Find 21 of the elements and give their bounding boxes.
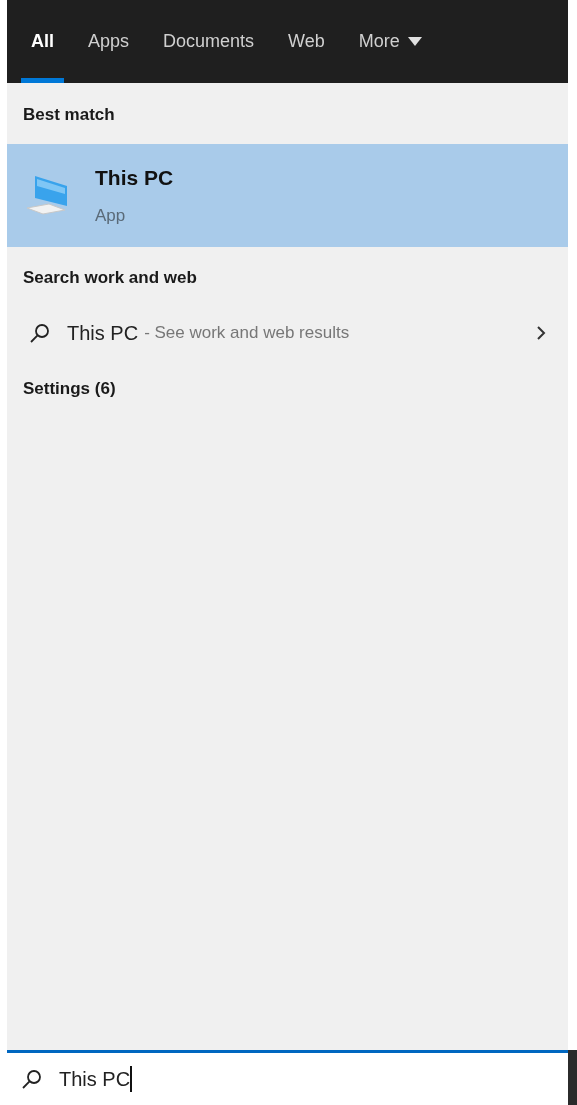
search-icon	[21, 1068, 43, 1090]
caret-icon	[407, 37, 422, 46]
result-subtitle: App	[95, 205, 127, 227]
result-title: This PC	[95, 164, 174, 191]
web-query: This PC	[67, 321, 139, 346]
section-heading: Best match	[22, 104, 116, 126]
window-edge	[568, 1050, 577, 1105]
search-text: This PC	[59, 1067, 131, 1092]
web-hint: - See work and web results	[144, 322, 350, 345]
web-search-item[interactable]: This PC - See work and web results	[7, 302, 568, 364]
result-item[interactable]: This PC App	[7, 143, 568, 247]
section-heading: Settings (6)	[22, 378, 117, 400]
section-heading: Search work and web	[22, 266, 198, 289]
tab[interactable]: More	[344, 0, 436, 83]
tab[interactable]: Documents	[149, 0, 269, 83]
search-field[interactable]: This PC	[7, 1050, 568, 1105]
chevron-right-icon	[536, 325, 546, 341]
tab[interactable]: Web	[274, 0, 339, 83]
tab[interactable]: All	[17, 0, 68, 83]
search-icon	[29, 322, 51, 344]
tab[interactable]: Apps	[74, 0, 144, 83]
